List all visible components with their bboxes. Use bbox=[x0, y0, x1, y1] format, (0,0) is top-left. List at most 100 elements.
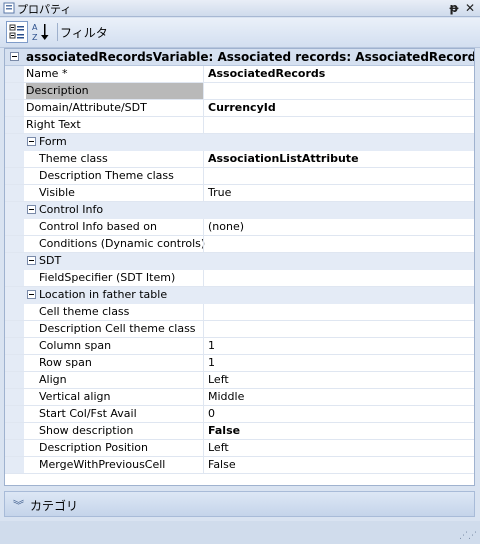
property-row-right-text[interactable]: Right Text bbox=[5, 117, 474, 134]
property-name: Domain/Attribute/SDT bbox=[26, 101, 147, 114]
property-value[interactable]: Left bbox=[203, 440, 474, 456]
property-name: Description Position bbox=[39, 441, 148, 454]
row-margin bbox=[5, 117, 24, 133]
property-name: Description bbox=[26, 83, 203, 99]
row-margin bbox=[5, 423, 24, 439]
property-row-align[interactable]: Align Left bbox=[5, 372, 474, 389]
categorized-view-button[interactable] bbox=[6, 21, 28, 43]
property-value[interactable]: True bbox=[203, 185, 474, 201]
categorized-icon bbox=[9, 24, 24, 39]
object-header-row[interactable]: associatedRecordsVariable: Associated re… bbox=[5, 49, 474, 66]
resize-grip-icon[interactable]: ⋰⋰ bbox=[459, 531, 477, 541]
toolbar: A Z フィルタ bbox=[0, 18, 480, 48]
property-value[interactable] bbox=[203, 304, 474, 320]
property-row-description-position[interactable]: Description Position Left bbox=[5, 440, 474, 457]
property-value[interactable]: 0 bbox=[203, 406, 474, 422]
window-title: プロパティ bbox=[17, 3, 72, 16]
category-form[interactable]: Form bbox=[5, 134, 474, 151]
property-row-fieldspecifier-sdt-item[interactable]: FieldSpecifier (SDT Item) bbox=[5, 270, 474, 287]
categories-panel[interactable]: ︾ カテゴリ bbox=[4, 491, 475, 517]
row-margin bbox=[5, 168, 24, 184]
property-row-theme-class[interactable]: Theme class AssociationListAttribute bbox=[5, 151, 474, 168]
property-row-domain-attribute-sdt[interactable]: Domain/Attribute/SDT CurrencyId bbox=[5, 100, 474, 117]
property-row-column-span[interactable]: Column span 1 bbox=[5, 338, 474, 355]
property-value[interactable]: False bbox=[203, 423, 474, 439]
property-row-cell-theme-class[interactable]: Cell theme class bbox=[5, 304, 474, 321]
property-value[interactable] bbox=[203, 168, 474, 184]
property-value[interactable] bbox=[203, 83, 474, 99]
property-grid: associatedRecordsVariable: Associated re… bbox=[4, 48, 475, 486]
property-name: Theme class bbox=[39, 152, 108, 165]
property-value[interactable]: False bbox=[203, 457, 474, 473]
pin-icon[interactable]: ᵽ bbox=[447, 0, 461, 16]
category-control-info[interactable]: Control Info bbox=[5, 202, 474, 219]
property-name: Row span bbox=[39, 356, 92, 369]
category-label: SDT bbox=[39, 254, 62, 267]
property-value[interactable]: Middle bbox=[203, 389, 474, 405]
categories-label: カテゴリ bbox=[30, 499, 79, 513]
property-name: Show description bbox=[39, 424, 134, 437]
row-margin bbox=[5, 355, 24, 371]
property-name: Cell theme class bbox=[39, 305, 130, 318]
object-header: associatedRecordsVariable: Associated re… bbox=[26, 50, 475, 64]
property-row-start-col-fst-avail[interactable]: Start Col/Fst Avail 0 bbox=[5, 406, 474, 423]
category-label: Location in father table bbox=[39, 288, 168, 301]
property-value[interactable]: 1 bbox=[203, 355, 474, 371]
collapse-icon[interactable] bbox=[27, 205, 36, 214]
title-bar: プロパティ ᵽ ✕ bbox=[0, 0, 480, 17]
property-value[interactable]: AssociatedRecords bbox=[203, 66, 474, 82]
property-row-control-info-based-on[interactable]: Control Info based on (none) bbox=[5, 219, 474, 236]
collapse-icon[interactable] bbox=[27, 256, 36, 265]
property-row-description[interactable]: Description bbox=[5, 83, 474, 100]
row-margin bbox=[5, 151, 24, 167]
property-row-name[interactable]: Name * AssociatedRecords bbox=[5, 66, 474, 83]
sort-az-icon: A Z bbox=[32, 23, 49, 42]
property-value[interactable]: Left bbox=[203, 372, 474, 388]
property-value[interactable] bbox=[203, 236, 474, 252]
property-value[interactable]: 1 bbox=[203, 338, 474, 354]
property-row-description-cell-theme-class[interactable]: Description Cell theme class bbox=[5, 321, 474, 338]
row-margin bbox=[5, 219, 24, 235]
row-margin bbox=[5, 270, 24, 286]
category-location-in-father-table[interactable]: Location in father table bbox=[5, 287, 474, 304]
property-row-show-description[interactable]: Show description False bbox=[5, 423, 474, 440]
row-margin bbox=[5, 304, 24, 320]
row-margin bbox=[5, 66, 24, 82]
property-name: Vertical align bbox=[39, 390, 111, 403]
row-margin bbox=[5, 372, 24, 388]
property-value[interactable]: (none) bbox=[203, 219, 474, 235]
property-row-vertical-align[interactable]: Vertical align Middle bbox=[5, 389, 474, 406]
properties-icon bbox=[3, 2, 15, 14]
property-name: Description Cell theme class bbox=[39, 322, 196, 335]
property-row-description-theme-class[interactable]: Description Theme class bbox=[5, 168, 474, 185]
property-name: MergeWithPreviousCell bbox=[39, 458, 166, 471]
row-margin bbox=[5, 236, 24, 252]
property-row-mergewithpreviouscell[interactable]: MergeWithPreviousCell False bbox=[5, 457, 474, 474]
property-name: FieldSpecifier (SDT Item) bbox=[39, 271, 176, 284]
alphabetical-sort-button[interactable]: A Z bbox=[30, 21, 52, 43]
property-value[interactable] bbox=[203, 270, 474, 286]
row-margin bbox=[5, 321, 24, 337]
property-value[interactable]: AssociationListAttribute bbox=[203, 151, 474, 167]
collapse-icon[interactable] bbox=[27, 137, 36, 146]
property-value[interactable] bbox=[203, 117, 474, 133]
property-name: Control Info based on bbox=[39, 220, 157, 233]
property-name: Right Text bbox=[26, 118, 81, 131]
filter-button[interactable]: フィルタ bbox=[60, 24, 108, 41]
collapse-icon[interactable] bbox=[10, 52, 19, 61]
close-icon[interactable]: ✕ bbox=[463, 0, 477, 16]
row-margin bbox=[5, 83, 24, 99]
property-value[interactable] bbox=[203, 321, 474, 337]
property-row-conditions-dynamic-controls[interactable]: Conditions (Dynamic controls) bbox=[5, 236, 474, 253]
toolbar-separator bbox=[57, 23, 58, 41]
svg-text:A: A bbox=[32, 23, 38, 32]
expand-chevron-icon[interactable]: ︾ bbox=[13, 497, 24, 513]
property-row-row-span[interactable]: Row span 1 bbox=[5, 355, 474, 372]
property-name: Name * bbox=[26, 67, 68, 80]
category-sdt[interactable]: SDT bbox=[5, 253, 474, 270]
property-row-visible[interactable]: Visible True bbox=[5, 185, 474, 202]
property-name: Description Theme class bbox=[39, 169, 174, 182]
property-name: Conditions (Dynamic controls) bbox=[39, 237, 206, 250]
collapse-icon[interactable] bbox=[27, 290, 36, 299]
property-value[interactable]: CurrencyId bbox=[203, 100, 474, 116]
